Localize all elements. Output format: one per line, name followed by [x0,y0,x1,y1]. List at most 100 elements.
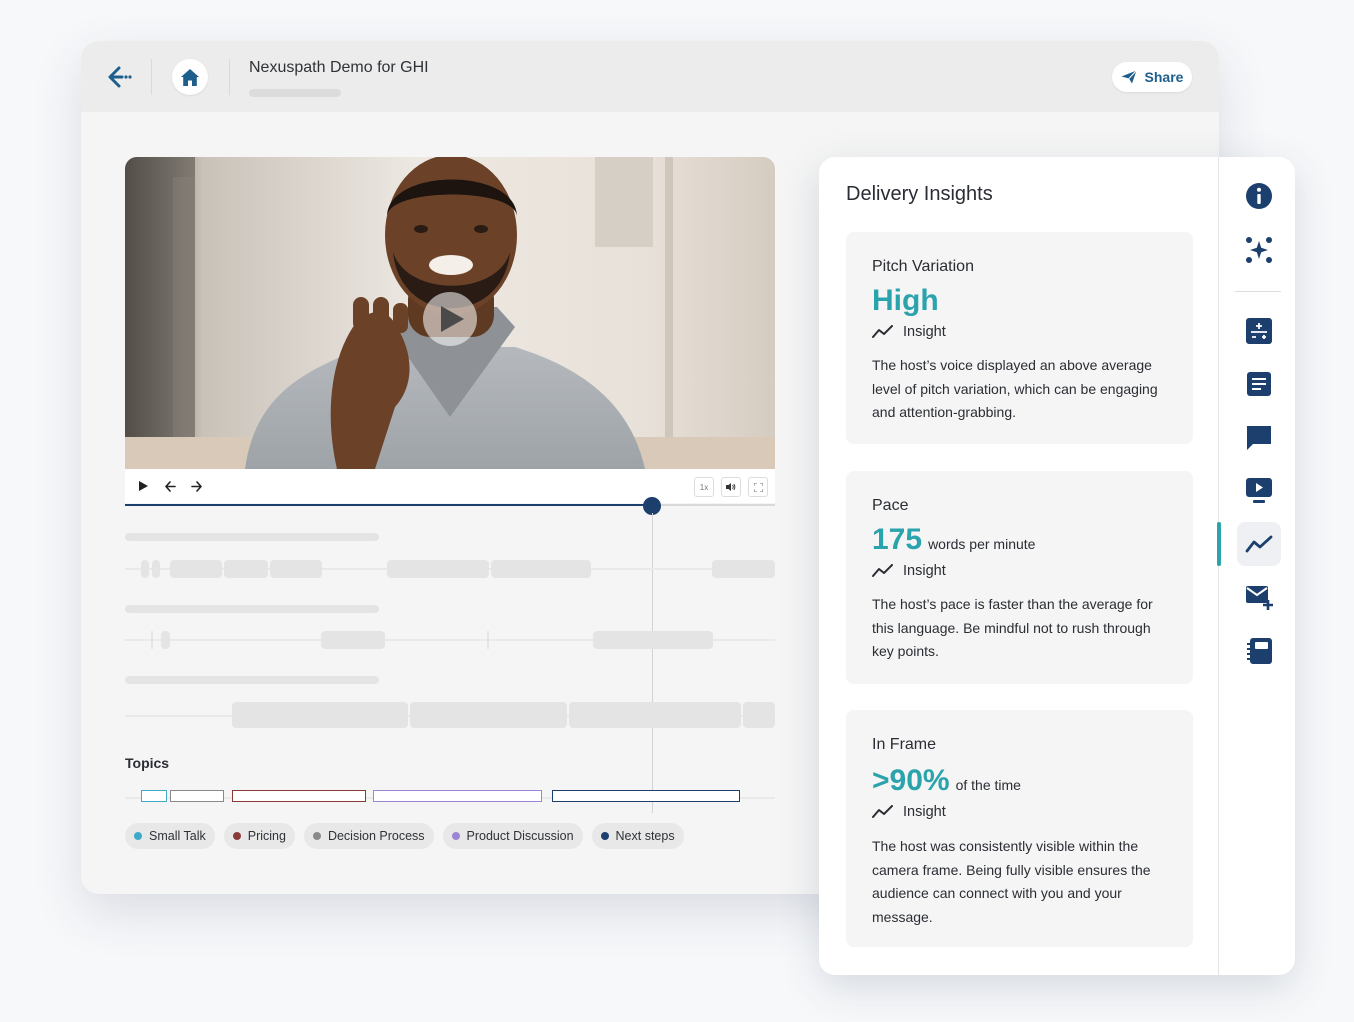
topic-legend: Small Talk Pricing Decision Process Prod… [125,823,684,849]
track-segment [151,631,153,649]
track-segment [141,560,149,578]
rail-calculator-button[interactable] [1237,309,1281,353]
track-label-placeholder [125,533,379,541]
play-button[interactable] [134,477,152,495]
fullscreen-icon [753,482,763,492]
top-bar: Nexuspath Demo for GHI Share [81,41,1219,112]
metric-value: >90% [872,764,950,797]
metric-value: 175 [872,523,923,556]
topic-segment-small-talk[interactable] [141,790,167,802]
rail-notebook-button[interactable] [1237,629,1281,673]
track-segment [170,560,222,578]
volume-button[interactable] [721,477,741,497]
topic-segment-next-steps[interactable] [552,790,740,802]
trend-icon [872,564,893,577]
topic-chip-label: Next steps [615,829,675,843]
video-frame [125,157,775,469]
arrow-left-icon [108,66,132,88]
track-segment [270,560,322,578]
card-description: The host’s pace is faster than the avera… [872,596,1153,659]
track-segment [593,631,713,649]
email-add-icon [1246,586,1273,610]
notebook-icon [1247,638,1272,664]
rail-insights-button[interactable] [1237,522,1281,566]
color-dot [232,832,241,840]
topic-chip-next-steps[interactable]: Next steps [591,823,684,849]
topic-chip-pricing[interactable]: Pricing [223,823,295,849]
track-segment [569,702,741,728]
share-button[interactable]: Share [1112,62,1192,92]
chat-icon [1247,426,1271,450]
page-title: Nexuspath Demo for GHI [249,59,429,76]
skip-back-button[interactable] [161,477,179,495]
topic-chip-label: Product Discussion [466,829,574,843]
topic-chip-small-talk[interactable]: Small Talk [125,823,215,849]
fullscreen-button[interactable] [748,477,768,497]
send-icon [1121,70,1137,84]
color-dot [451,832,460,840]
topic-chip-decision-process[interactable]: Decision Process [303,823,434,849]
insight-label-row: Insight [872,563,946,579]
track-segment [410,702,567,728]
topic-segment-pricing[interactable] [232,790,366,802]
playback-speed-button[interactable]: 1x [694,477,714,497]
volume-icon [726,483,736,491]
trend-icon [872,325,893,338]
card-value: High [872,284,939,318]
info-icon [1246,183,1272,209]
insight-label: Insight [903,563,946,579]
card-title: In Frame [872,736,937,753]
topic-segment-product-discussion[interactable] [373,790,542,802]
rail-ai-button[interactable] [1237,228,1281,272]
card-value: 175 words per minute [872,523,1035,557]
progress-track[interactable] [125,504,775,506]
rail-document-button[interactable] [1237,362,1281,406]
track-segment [161,631,170,649]
card-title: Pace [872,497,909,514]
rail-chat-button[interactable] [1237,416,1281,460]
track-segment [152,560,160,578]
presentation-icon [1246,478,1272,503]
rail-email-button[interactable] [1237,575,1281,619]
playhead-line [652,513,653,813]
panel-divider [1218,157,1219,975]
rail-presentation-button[interactable] [1237,468,1281,512]
metric-value: High [872,284,939,317]
insight-label-row: Insight [872,324,946,340]
arrow-right-icon [190,480,202,492]
divider [229,59,230,95]
divider [151,59,152,95]
progress-fill [125,504,652,506]
skip-forward-button[interactable] [187,477,205,495]
color-dot [312,832,321,840]
trend-icon [872,805,893,818]
card-value: >90% of the time [872,764,1021,798]
arrow-left-icon [164,480,176,492]
track-segment [232,702,408,728]
topic-chip-label: Small Talk [149,829,206,843]
track-segment [224,560,268,578]
insight-card-pitch-variation: Pitch Variation High Insight The host’s … [846,232,1193,444]
color-dot [134,832,142,840]
play-icon [139,481,148,491]
sparkle-icon [1246,237,1272,263]
insights-icon [1245,535,1273,553]
back-button[interactable] [105,63,137,91]
rail-info-button[interactable] [1237,174,1281,218]
home-icon [181,68,199,86]
home-button[interactable] [172,59,208,95]
rail-separator [1235,291,1281,292]
topic-chip-product-discussion[interactable]: Product Discussion [442,823,583,849]
subtitle-placeholder [249,89,341,97]
track-segment [743,702,775,728]
color-dot [600,832,609,840]
track-label-placeholder [125,605,379,613]
topic-segment-decision-process[interactable] [170,790,224,802]
metric-unit: words per minute [928,536,1036,552]
track-segment [487,631,489,649]
video-player[interactable] [125,157,775,469]
track-segment [491,560,591,578]
track-segment [321,631,385,649]
topic-chip-label: Decision Process [327,829,425,843]
insight-card-pace: Pace 175 words per minute Insight The ho… [846,471,1193,684]
